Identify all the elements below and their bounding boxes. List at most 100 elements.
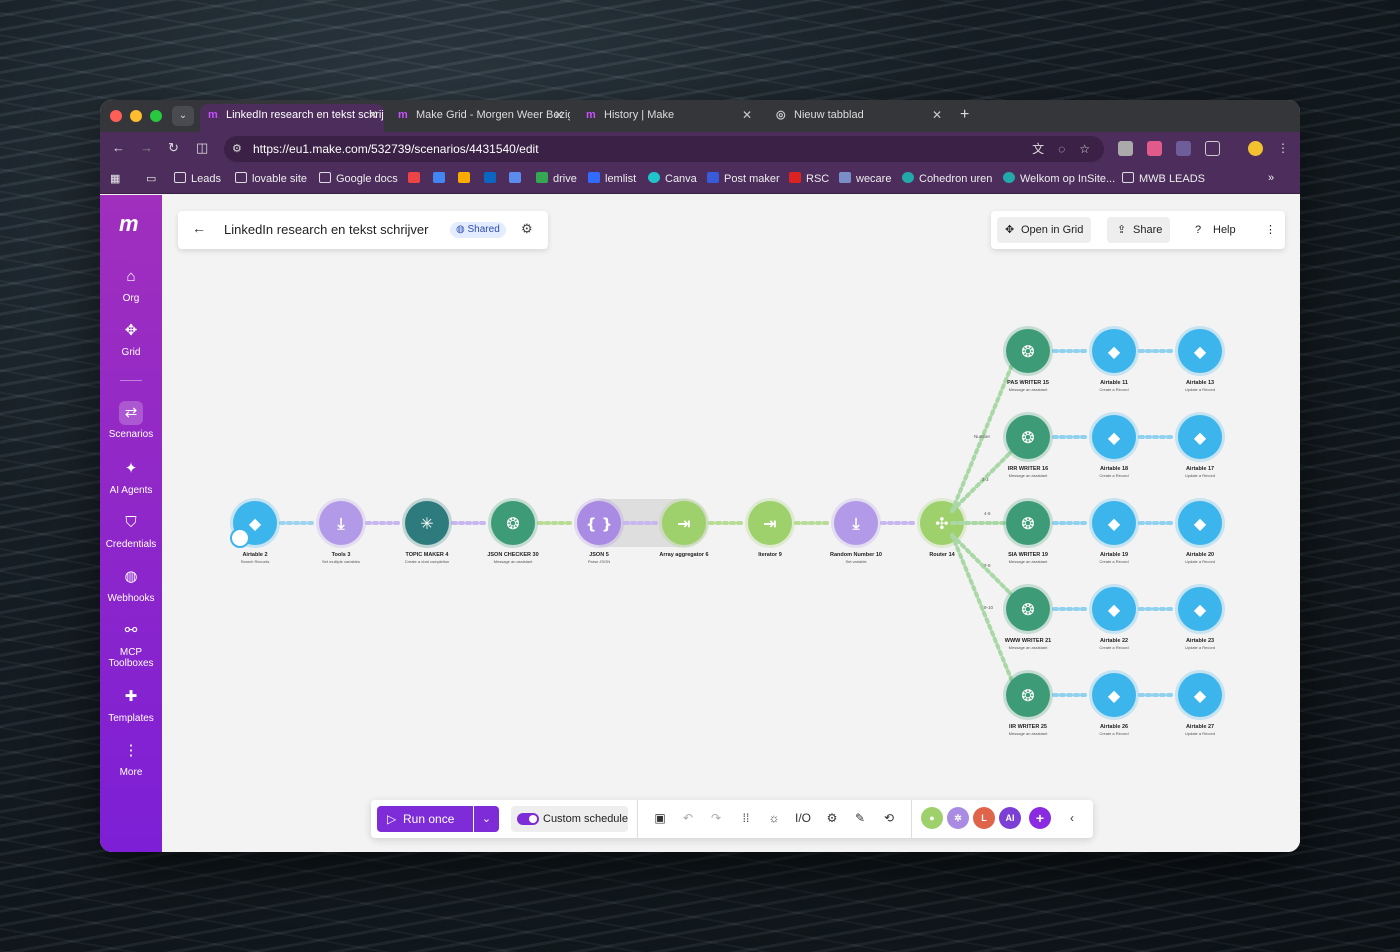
notes-icon[interactable]: ✎: [852, 811, 868, 825]
sidebar-item-ai-agents[interactable]: ✦ AI Agents: [100, 457, 162, 496]
minimize-window-button[interactable]: [130, 110, 142, 122]
close-icon[interactable]: ✕: [368, 104, 378, 126]
folder-icon[interactable]: ▭: [146, 172, 156, 185]
tab-make-grid[interactable]: m Make Grid - Morgen Weer Bezig ✕: [390, 104, 570, 132]
mail-icon[interactable]: [509, 172, 526, 185]
extension-icon[interactable]: [1176, 141, 1191, 156]
close-icon[interactable]: ✕: [932, 104, 942, 126]
help-button[interactable]: ? Help: [1187, 217, 1244, 243]
sidebar-item-credentials[interactable]: ⛉ Credentials: [100, 511, 162, 550]
apps-grid-icon[interactable]: ▦: [110, 172, 120, 185]
sidebar-item-scenarios[interactable]: ⇄ Scenarios: [100, 401, 162, 440]
module-n3-subtitle: Create a chat completion: [405, 559, 449, 564]
bookmark-rsc[interactable]: RSC: [789, 172, 829, 185]
sidebar-item-templates[interactable]: ✚ Templates: [100, 685, 162, 724]
bookmark-leads[interactable]: Leads: [174, 172, 221, 185]
reload-icon[interactable]: ↻: [168, 140, 179, 156]
bookmark-insite[interactable]: Welkom op InSite...: [1003, 172, 1115, 185]
tab-linkedin[interactable]: m LinkedIn research en tekst schrijver ✕: [200, 104, 384, 132]
bookmark-lovable[interactable]: lovable site: [235, 172, 307, 185]
tab-search-chevron-icon[interactable]: ⌄: [172, 106, 194, 126]
bookmark-mwb-leads[interactable]: MWB LEADS: [1122, 172, 1205, 185]
module-n3-title: TOPIC MAKER 4: [406, 552, 450, 558]
calendar-icon[interactable]: [433, 172, 450, 185]
sidebar-item-mcp[interactable]: ⚯ MCP Toolboxes: [100, 619, 162, 669]
bulb-icon[interactable]: ☼: [766, 811, 782, 825]
star-icon[interactable]: ☆: [1079, 136, 1090, 162]
home-icon: ⌂: [126, 268, 136, 285]
sidebar-item-webhooks[interactable]: ◍ Webhooks: [100, 565, 162, 604]
close-icon[interactable]: ✕: [554, 104, 564, 126]
module-n7-title: Iterator 9: [758, 552, 782, 558]
bookmark-canva[interactable]: Canva: [648, 172, 697, 185]
route-filter-label[interactable]: 2-3: [982, 477, 989, 482]
ai-module-icon[interactable]: AI: [999, 807, 1021, 829]
run-once-button[interactable]: ▷ Run once: [377, 806, 473, 832]
camera-extension-icon[interactable]: [1118, 141, 1133, 156]
gear-icon[interactable]: ⚙: [824, 811, 840, 825]
module-n1-subtitle: Search Records: [241, 559, 270, 564]
auto-align-icon[interactable]: ⁞⁞: [738, 811, 754, 825]
scenario-title[interactable]: LinkedIn research en tekst schrijver: [224, 222, 428, 237]
site-settings-icon[interactable]: ⚙: [232, 136, 242, 162]
scenario-canvas[interactable]: ◆ Airtable 2 Search Records ⤓ Tools 3 Set mul…: [162, 195, 1300, 852]
eye-slash-icon[interactable]: ◌: [1058, 136, 1065, 162]
route-filter-label[interactable]: 9-10: [984, 605, 994, 610]
trigger-clock-icon[interactable]: [230, 528, 250, 548]
tab-new[interactable]: ◎ Nieuw tabblad ✕: [768, 104, 948, 132]
bookmark-google-docs[interactable]: Google docs: [319, 172, 398, 185]
close-window-button[interactable]: [110, 110, 122, 122]
bookmark-wecare[interactable]: wecare: [839, 172, 891, 185]
back-arrow-icon[interactable]: ←: [192, 220, 206, 236]
route-filter-label[interactable]: 7-8: [984, 563, 991, 568]
branch-4-writer-title: WWW WRITER 21: [1005, 638, 1051, 644]
linkedin-icon[interactable]: [484, 172, 501, 185]
run-dropdown-chevron-icon[interactable]: ⌄: [474, 806, 499, 832]
undo-icon[interactable]: ↶: [680, 811, 696, 825]
history-icon[interactable]: ⟲: [881, 811, 897, 825]
url-field[interactable]: ⚙ https://eu1.make.com/532739/scenarios/…: [224, 136, 1104, 162]
translate-icon[interactable]: 文: [1032, 136, 1044, 162]
open-in-grid-button[interactable]: ✥ Open in Grid: [997, 217, 1092, 243]
back-arrow-icon[interactable]: ←: [112, 140, 125, 155]
make-icon: m: [398, 109, 408, 121]
more-vertical-icon[interactable]: ⋮: [1257, 217, 1284, 243]
share-button[interactable]: ⇪ Share: [1107, 217, 1171, 243]
text-parser-icon[interactable]: L: [973, 807, 995, 829]
close-icon[interactable]: ✕: [742, 104, 752, 126]
split-view-icon[interactable]: ◫: [196, 140, 208, 156]
puzzle-icon[interactable]: [1205, 141, 1220, 156]
io-icon[interactable]: I/O: [795, 811, 811, 825]
save-icon[interactable]: ▣: [652, 811, 668, 825]
bookmark-drive[interactable]: drive: [536, 172, 577, 185]
tab-history[interactable]: m History | Make ✕: [578, 104, 758, 132]
sidebar-item-grid[interactable]: ✥ Grid: [100, 319, 162, 358]
bookmark-lemlist[interactable]: lemlist: [588, 172, 636, 185]
make-logo[interactable]: m: [119, 211, 139, 237]
new-tab-plus-icon[interactable]: +: [960, 106, 969, 124]
collapse-chevron-icon[interactable]: ‹: [1064, 811, 1080, 825]
redo-icon[interactable]: ↷: [708, 811, 724, 825]
sidebar-item-org[interactable]: ⌂ Org: [100, 265, 162, 304]
extension-icon[interactable]: [1147, 141, 1162, 156]
settings-sliders-icon[interactable]: ⚙: [521, 221, 533, 237]
gmail-icon[interactable]: [408, 172, 425, 185]
tools-icon[interactable]: ✲: [947, 807, 969, 829]
route-filter-label[interactable]: 4-6: [984, 511, 991, 516]
bookmark-post-maker[interactable]: Post maker: [707, 172, 780, 185]
meet-icon[interactable]: [458, 172, 475, 185]
profile-avatar[interactable]: [1248, 141, 1263, 156]
schedule-toggle[interactable]: Custom schedule: [511, 806, 628, 832]
flow-control-icon[interactable]: ●: [921, 807, 943, 829]
more-bookmarks-icon[interactable]: »: [1268, 172, 1274, 184]
kebab-menu-icon[interactable]: ⋮: [1277, 141, 1292, 156]
module-n7-icon: ⇥: [763, 514, 776, 533]
toggle-switch[interactable]: [517, 813, 539, 825]
sidebar-item-more[interactable]: ⋮ More: [100, 739, 162, 778]
bookmarks-bar: ▦ ▭ Leads lovable site Google docs drive…: [100, 166, 1300, 194]
add-module-plus-icon[interactable]: +: [1029, 807, 1051, 829]
route-filter-label[interactable]: Number: [974, 434, 991, 439]
forward-arrow-icon[interactable]: →: [140, 140, 153, 155]
bookmark-cohedron[interactable]: Cohedron uren: [902, 172, 992, 185]
maximize-window-button[interactable]: [150, 110, 162, 122]
